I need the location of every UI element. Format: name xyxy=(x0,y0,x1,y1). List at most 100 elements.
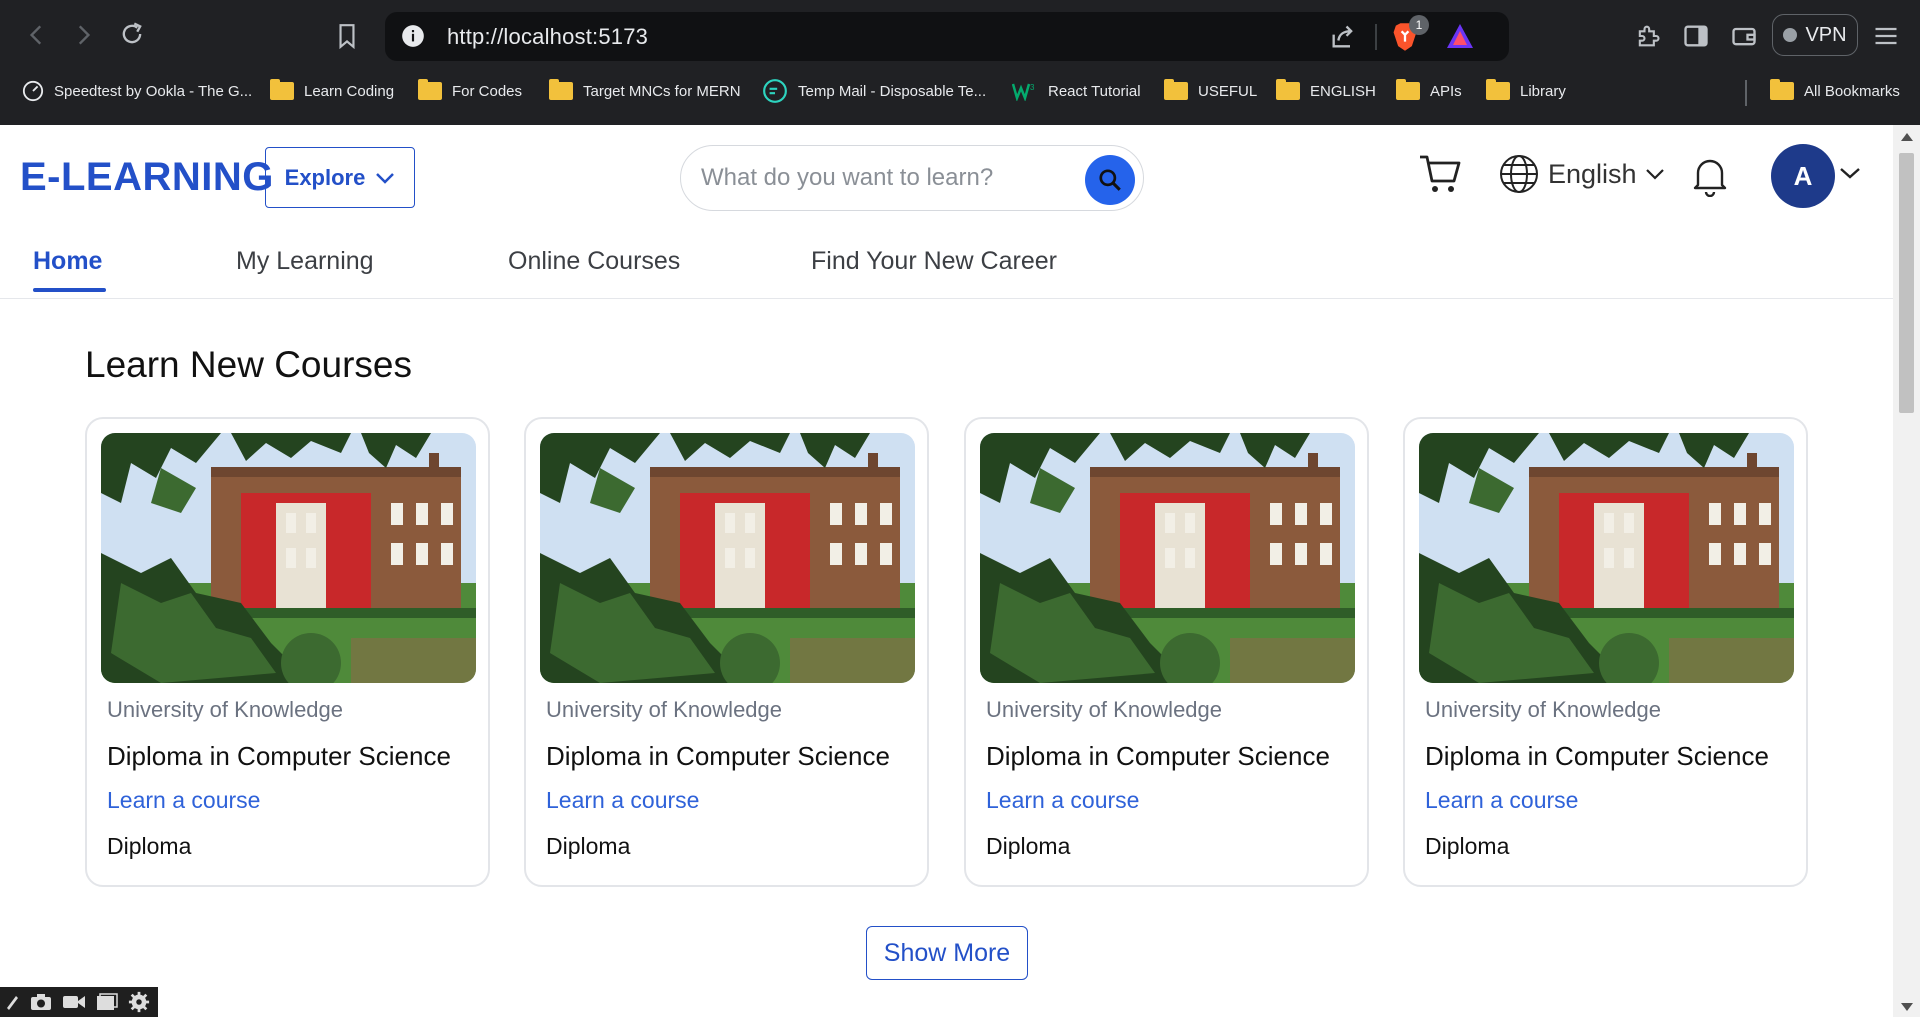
vpn-status-icon xyxy=(1783,28,1798,42)
scroll-thumb[interactable] xyxy=(1899,153,1914,413)
browser-toolbar: http://localhost:5173 1 VPN xyxy=(0,0,1920,72)
course-type: Diploma xyxy=(986,833,1071,859)
camera-icon[interactable] xyxy=(30,993,52,1011)
chevron-down-icon xyxy=(1645,169,1664,180)
bookmark-label: React Tutorial xyxy=(1048,82,1141,100)
course-image xyxy=(540,433,915,683)
speedtest-icon xyxy=(22,80,44,102)
course-university: University of Knowledge xyxy=(986,697,1223,722)
search-box xyxy=(680,145,1144,211)
bookmark-label: Library xyxy=(1520,82,1566,100)
page-scrollbar[interactable] xyxy=(1893,125,1920,1017)
learn-course-link[interactable]: Learn a course xyxy=(546,787,699,814)
all-bookmarks[interactable]: All Bookmarks xyxy=(1770,78,1900,104)
course-card[interactable]: University of Knowledge Diploma in Compu… xyxy=(85,417,490,887)
course-card[interactable]: University of Knowledge Diploma in Compu… xyxy=(524,417,929,887)
bookmark-label: APIs xyxy=(1430,82,1462,100)
bookmark-item[interactable]: USEFUL xyxy=(1164,78,1257,104)
nav-home[interactable]: Home xyxy=(33,247,102,276)
bookmark-label: Speedtest by Ookla - The G... xyxy=(54,82,253,100)
course-title: Diploma in Computer Science xyxy=(986,741,1330,771)
back-icon[interactable] xyxy=(24,22,50,48)
course-image xyxy=(1419,433,1794,683)
reload-icon[interactable] xyxy=(118,20,146,48)
extensions-icon[interactable] xyxy=(1634,22,1662,50)
bookmark-item[interactable]: Library xyxy=(1486,78,1566,104)
bookmark-item[interactable]: 3 React Tutorial xyxy=(1012,78,1141,104)
shields-count-badge: 1 xyxy=(1409,15,1429,35)
course-type: Diploma xyxy=(107,833,192,859)
notifications-button[interactable] xyxy=(1690,155,1730,202)
bookmark-page-icon[interactable] xyxy=(334,22,360,50)
brave-rewards-icon[interactable] xyxy=(1445,22,1475,50)
folder-icon xyxy=(1276,79,1300,100)
learn-course-link[interactable]: Learn a course xyxy=(1425,787,1578,814)
course-title: Diploma in Computer Science xyxy=(107,741,451,771)
course-title: Diploma in Computer Science xyxy=(1425,741,1769,771)
window-icon[interactable] xyxy=(96,993,118,1011)
learn-course-link[interactable]: Learn a course xyxy=(107,787,260,814)
bookmark-item[interactable]: APIs xyxy=(1396,78,1462,104)
course-image xyxy=(101,433,476,683)
bookmark-item[interactable]: Learn Coding xyxy=(270,78,394,104)
forward-icon[interactable] xyxy=(70,22,96,48)
cart-button[interactable] xyxy=(1418,153,1462,200)
folder-icon xyxy=(1486,79,1510,100)
sidebar-toggle-icon[interactable] xyxy=(1682,22,1710,50)
search-button[interactable] xyxy=(1085,155,1135,205)
bookmark-label: ENGLISH xyxy=(1310,82,1376,100)
course-image xyxy=(980,433,1355,683)
folder-icon xyxy=(418,79,442,100)
course-university: University of Knowledge xyxy=(1425,697,1662,722)
site-info-icon[interactable] xyxy=(400,23,426,49)
url-text[interactable]: http://localhost:5173 xyxy=(447,24,648,50)
nav-my-learning[interactable]: My Learning xyxy=(236,247,374,276)
bookmark-item[interactable]: Speedtest by Ookla - The G... xyxy=(22,78,252,104)
main-nav: Home My Learning Online Courses Find You… xyxy=(0,239,1893,299)
wallet-icon[interactable] xyxy=(1730,22,1758,50)
vpn-button[interactable]: VPN xyxy=(1772,14,1858,56)
bookmark-label: All Bookmarks xyxy=(1804,82,1900,100)
show-more-button[interactable]: Show More xyxy=(866,926,1028,980)
course-university: University of Knowledge xyxy=(546,697,783,722)
learn-course-link[interactable]: Learn a course xyxy=(986,787,1139,814)
chevron-down-icon xyxy=(376,172,395,184)
bookmark-item[interactable]: For Codes xyxy=(418,78,522,104)
language-selector[interactable]: English xyxy=(1498,153,1665,195)
search-icon xyxy=(1099,169,1121,191)
divider xyxy=(1375,24,1377,50)
bookmarks-separator xyxy=(1745,80,1747,106)
tempmail-icon xyxy=(763,79,787,103)
bookmark-label: Learn Coding xyxy=(304,82,395,100)
video-icon[interactable] xyxy=(62,993,86,1011)
folder-icon xyxy=(1164,79,1188,100)
course-card[interactable]: University of Knowledge Diploma in Compu… xyxy=(1403,417,1808,887)
nav-find-career[interactable]: Find Your New Career xyxy=(811,247,1057,276)
browser-chrome: http://localhost:5173 1 VPN Speedtest by… xyxy=(0,0,1920,125)
course-list: University of Knowledge Diploma in Compu… xyxy=(85,417,1810,887)
address-bar[interactable]: http://localhost:5173 xyxy=(385,12,1509,61)
avatar[interactable]: A xyxy=(1771,144,1835,208)
course-card[interactable]: University of Knowledge Diploma in Compu… xyxy=(964,417,1369,887)
scroll-up-arrow-icon[interactable] xyxy=(1901,133,1913,141)
folder-icon xyxy=(1396,79,1420,100)
folder-icon xyxy=(549,79,573,100)
nav-online-courses[interactable]: Online Courses xyxy=(508,247,680,276)
pen-icon[interactable] xyxy=(4,993,20,1011)
explore-button[interactable]: Explore xyxy=(265,147,415,208)
search-input[interactable] xyxy=(701,160,1061,196)
bell-icon xyxy=(1693,159,1727,198)
scroll-down-arrow-icon[interactable] xyxy=(1901,1003,1913,1011)
folder-icon xyxy=(270,79,294,100)
bookmark-item[interactable]: Target MNCs for MERN xyxy=(549,78,741,104)
bookmark-item[interactable]: Temp Mail - Disposable Te... xyxy=(762,78,986,104)
share-icon[interactable] xyxy=(1329,23,1357,51)
page-content: E-LEARNING Explore English A Home My Lea… xyxy=(0,125,1893,1017)
vpn-label: VPN xyxy=(1805,23,1847,46)
site-logo[interactable]: E-LEARNING xyxy=(20,155,274,200)
menu-icon[interactable] xyxy=(1872,22,1900,50)
settings-gear-icon[interactable] xyxy=(128,991,150,1013)
bookmarks-bar: Speedtest by Ookla - The G... Learn Codi… xyxy=(0,72,1920,110)
avatar-menu-toggle[interactable] xyxy=(1839,165,1861,186)
bookmark-item[interactable]: ENGLISH xyxy=(1276,78,1376,104)
